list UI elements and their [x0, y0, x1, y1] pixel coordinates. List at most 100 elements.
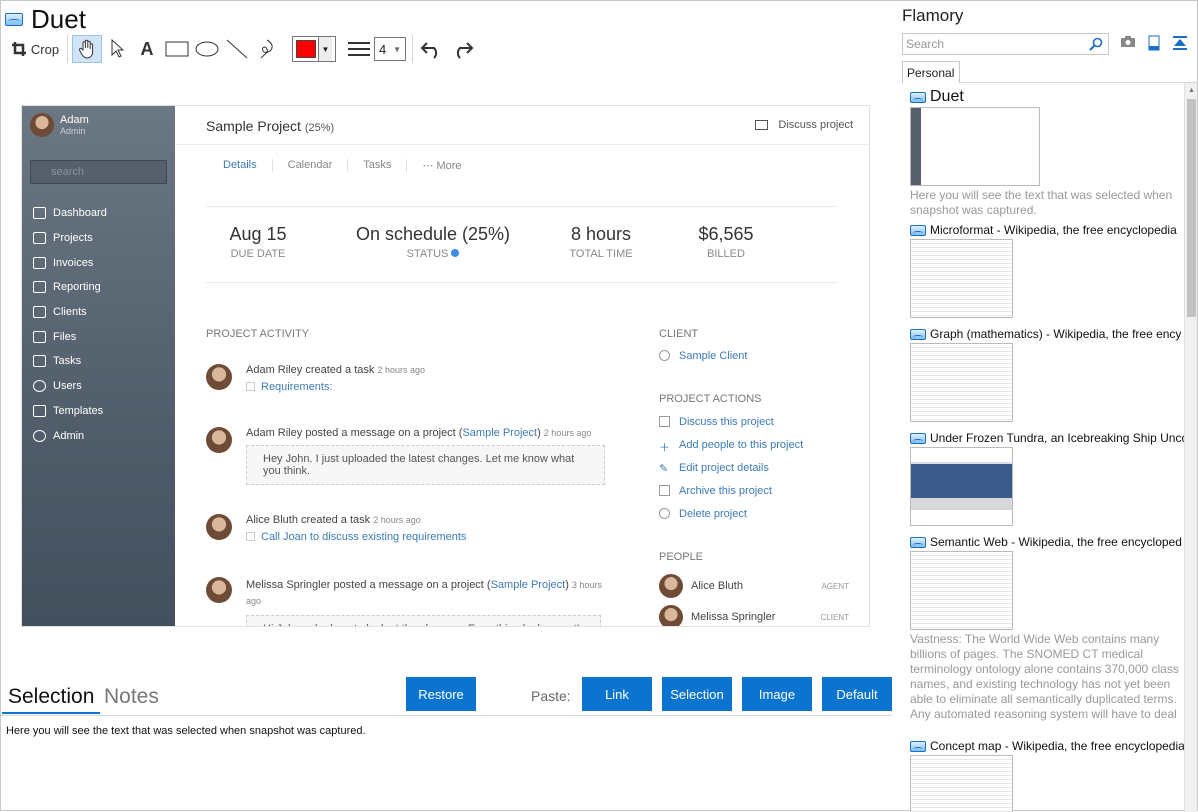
activity-text: posted a message on a project ( — [333, 579, 491, 591]
pointer-icon — [111, 39, 124, 58]
restore-button[interactable]: Restore — [406, 677, 476, 711]
sidebar-item-projects: Projects — [33, 226, 107, 251]
paste-link-button[interactable]: Link — [582, 677, 652, 711]
home-icon — [33, 207, 46, 220]
chat-icon — [755, 120, 769, 130]
person-role: AGENT — [821, 581, 849, 591]
tab-calendar: Calendar — [273, 159, 349, 172]
sidebar-item-label: Reporting — [53, 281, 101, 294]
activity-time: 2 hours ago — [543, 428, 592, 438]
color-swatch — [296, 40, 316, 58]
list-item[interactable]: Concept map - Wikipedia, the free encycl… — [910, 738, 1184, 812]
avatar — [206, 427, 232, 453]
redo-icon — [456, 42, 474, 59]
client-heading: CLIENT — [659, 328, 699, 340]
flamory-app-icon — [910, 536, 926, 548]
line-width-button[interactable] — [344, 35, 374, 63]
snapshot-thumbnail — [910, 447, 1013, 526]
scrollbar-thumb[interactable] — [1187, 99, 1196, 317]
search-icon[interactable] — [1089, 37, 1103, 51]
avatar — [206, 514, 232, 540]
undo-button[interactable] — [417, 35, 447, 63]
text-tool[interactable]: A — [132, 35, 162, 63]
toolbar-separator — [67, 35, 68, 63]
redo-button[interactable] — [447, 35, 477, 63]
tab-more: ⋯ More — [422, 160, 462, 172]
list-item[interactable]: Semantic Web - Wikipedia, the free encyc… — [910, 534, 1184, 721]
tab-personal[interactable]: Personal — [902, 61, 960, 83]
tab-notes[interactable]: Notes — [98, 684, 165, 714]
snapshot-thumbnail — [910, 343, 1013, 422]
sidebar-actions — [1120, 35, 1188, 51]
crop-button[interactable]: Crop — [7, 35, 63, 63]
snapshot-title-text: Duet — [31, 4, 86, 34]
sidebar-item-label: Files — [53, 330, 77, 343]
project-progress: (25%) — [304, 122, 335, 134]
flamory-sidebar: Flamory Search Personal Duet Here you wi… — [898, 1, 1198, 812]
crop-label: Crop — [30, 41, 60, 57]
list-item-title: Duet — [910, 88, 1184, 106]
activity-item: Alice Bluth created a task 2 hours ago C… — [206, 514, 466, 543]
sidebar-item-clients: Clients — [33, 300, 107, 325]
sidebar-item-tasks: Tasks — [33, 349, 107, 374]
rectangle-tool[interactable] — [162, 35, 192, 63]
line-icon — [226, 39, 248, 59]
list-item[interactable]: Microformat - Wikipedia, the free encycl… — [910, 222, 1184, 318]
snapshot-thumbnail — [910, 107, 1040, 186]
stat-total-time: 8 hours TOTAL TIME — [556, 224, 646, 260]
snapshot-image[interactable]: Adam Admin search Dashboard Projects Inv… — [21, 105, 870, 627]
user-icon — [33, 306, 46, 319]
sidebar-item-reporting: Reporting — [33, 275, 107, 300]
hand-tool[interactable] — [72, 35, 102, 63]
sidebar-item-label: Users — [53, 380, 82, 393]
stat-due-date: Aug 15 DUE DATE — [208, 224, 308, 260]
line-width-select[interactable]: 4 ▼ — [374, 37, 406, 61]
client-link: Sample Client — [659, 344, 747, 367]
paste-default-button[interactable]: Default — [822, 677, 892, 711]
freehand-tool[interactable] — [252, 35, 282, 63]
ellipse-tool[interactable] — [192, 35, 222, 63]
collapse-icon[interactable] — [1172, 35, 1188, 51]
camera-icon[interactable] — [1120, 35, 1136, 49]
snapshot-list: Duet Here you will see the text that was… — [898, 87, 1184, 812]
list-item[interactable]: Graph (mathematics) - Wikipedia, the fre… — [910, 326, 1184, 422]
activity-heading: PROJECT ACTIVITY — [206, 328, 310, 340]
list-item[interactable]: Duet Here you will see the text that was… — [910, 88, 1184, 218]
line-tool[interactable] — [222, 35, 252, 63]
activity-time: 2 hours ago — [377, 365, 426, 375]
sidebar-item-label: Clients — [53, 306, 87, 319]
paste-selection-button[interactable]: Selection — [662, 677, 732, 711]
bottom-tab-bar: Selection Notes Restore Paste: Link Sele… — [1, 677, 892, 716]
discuss-project-link: Discuss project — [755, 119, 853, 131]
stat-billed: $6,565 BILLED — [676, 224, 776, 260]
selection-text[interactable]: Here you will see the text that was sele… — [6, 725, 366, 737]
avatar — [206, 364, 232, 390]
list-item-title-text: Concept map - Wikipedia, the free encycl… — [930, 739, 1184, 753]
snapshot-title: Duet — [5, 4, 86, 35]
stat-value: 8 hours — [570, 224, 632, 244]
activity-author: Adam Riley — [246, 427, 303, 439]
scroll-up-icon[interactable]: ▲ — [1188, 87, 1195, 94]
document-icon[interactable] — [1146, 35, 1162, 51]
list-item-title: Microformat - Wikipedia, the free encycl… — [910, 222, 1184, 238]
sidebar-item-invoices: Invoices — [33, 250, 107, 275]
tab-selection[interactable]: Selection — [2, 684, 101, 714]
color-picker[interactable]: ▼ — [292, 36, 336, 62]
project-actions: Discuss this project ＋ Add people to this… — [659, 410, 803, 525]
actions-heading: PROJECT ACTIONS — [659, 393, 762, 405]
scrollbar[interactable]: ▲ — [1184, 83, 1197, 812]
search-input[interactable]: Search — [902, 33, 1109, 55]
activity-line: Melissa Springler posted a message on a … — [246, 577, 606, 609]
text-tool-icon: A — [140, 38, 154, 59]
crop-icon — [11, 42, 26, 56]
list-item[interactable]: Under Frozen Tundra, an Icebreaking Ship… — [910, 430, 1184, 526]
flamory-app-icon — [5, 13, 23, 26]
stat-label: TOTAL TIME — [569, 248, 633, 260]
paste-image-button[interactable]: Image — [742, 677, 812, 711]
flamory-app-icon — [910, 328, 926, 340]
person-role: CLIENT — [820, 612, 849, 622]
activity-text: created a task — [301, 514, 371, 526]
pointer-tool[interactable] — [102, 35, 132, 63]
list-item-title-text: Semantic Web - Wikipedia, the free encyc… — [930, 535, 1182, 549]
snapshot-thumbnail — [910, 551, 1013, 630]
